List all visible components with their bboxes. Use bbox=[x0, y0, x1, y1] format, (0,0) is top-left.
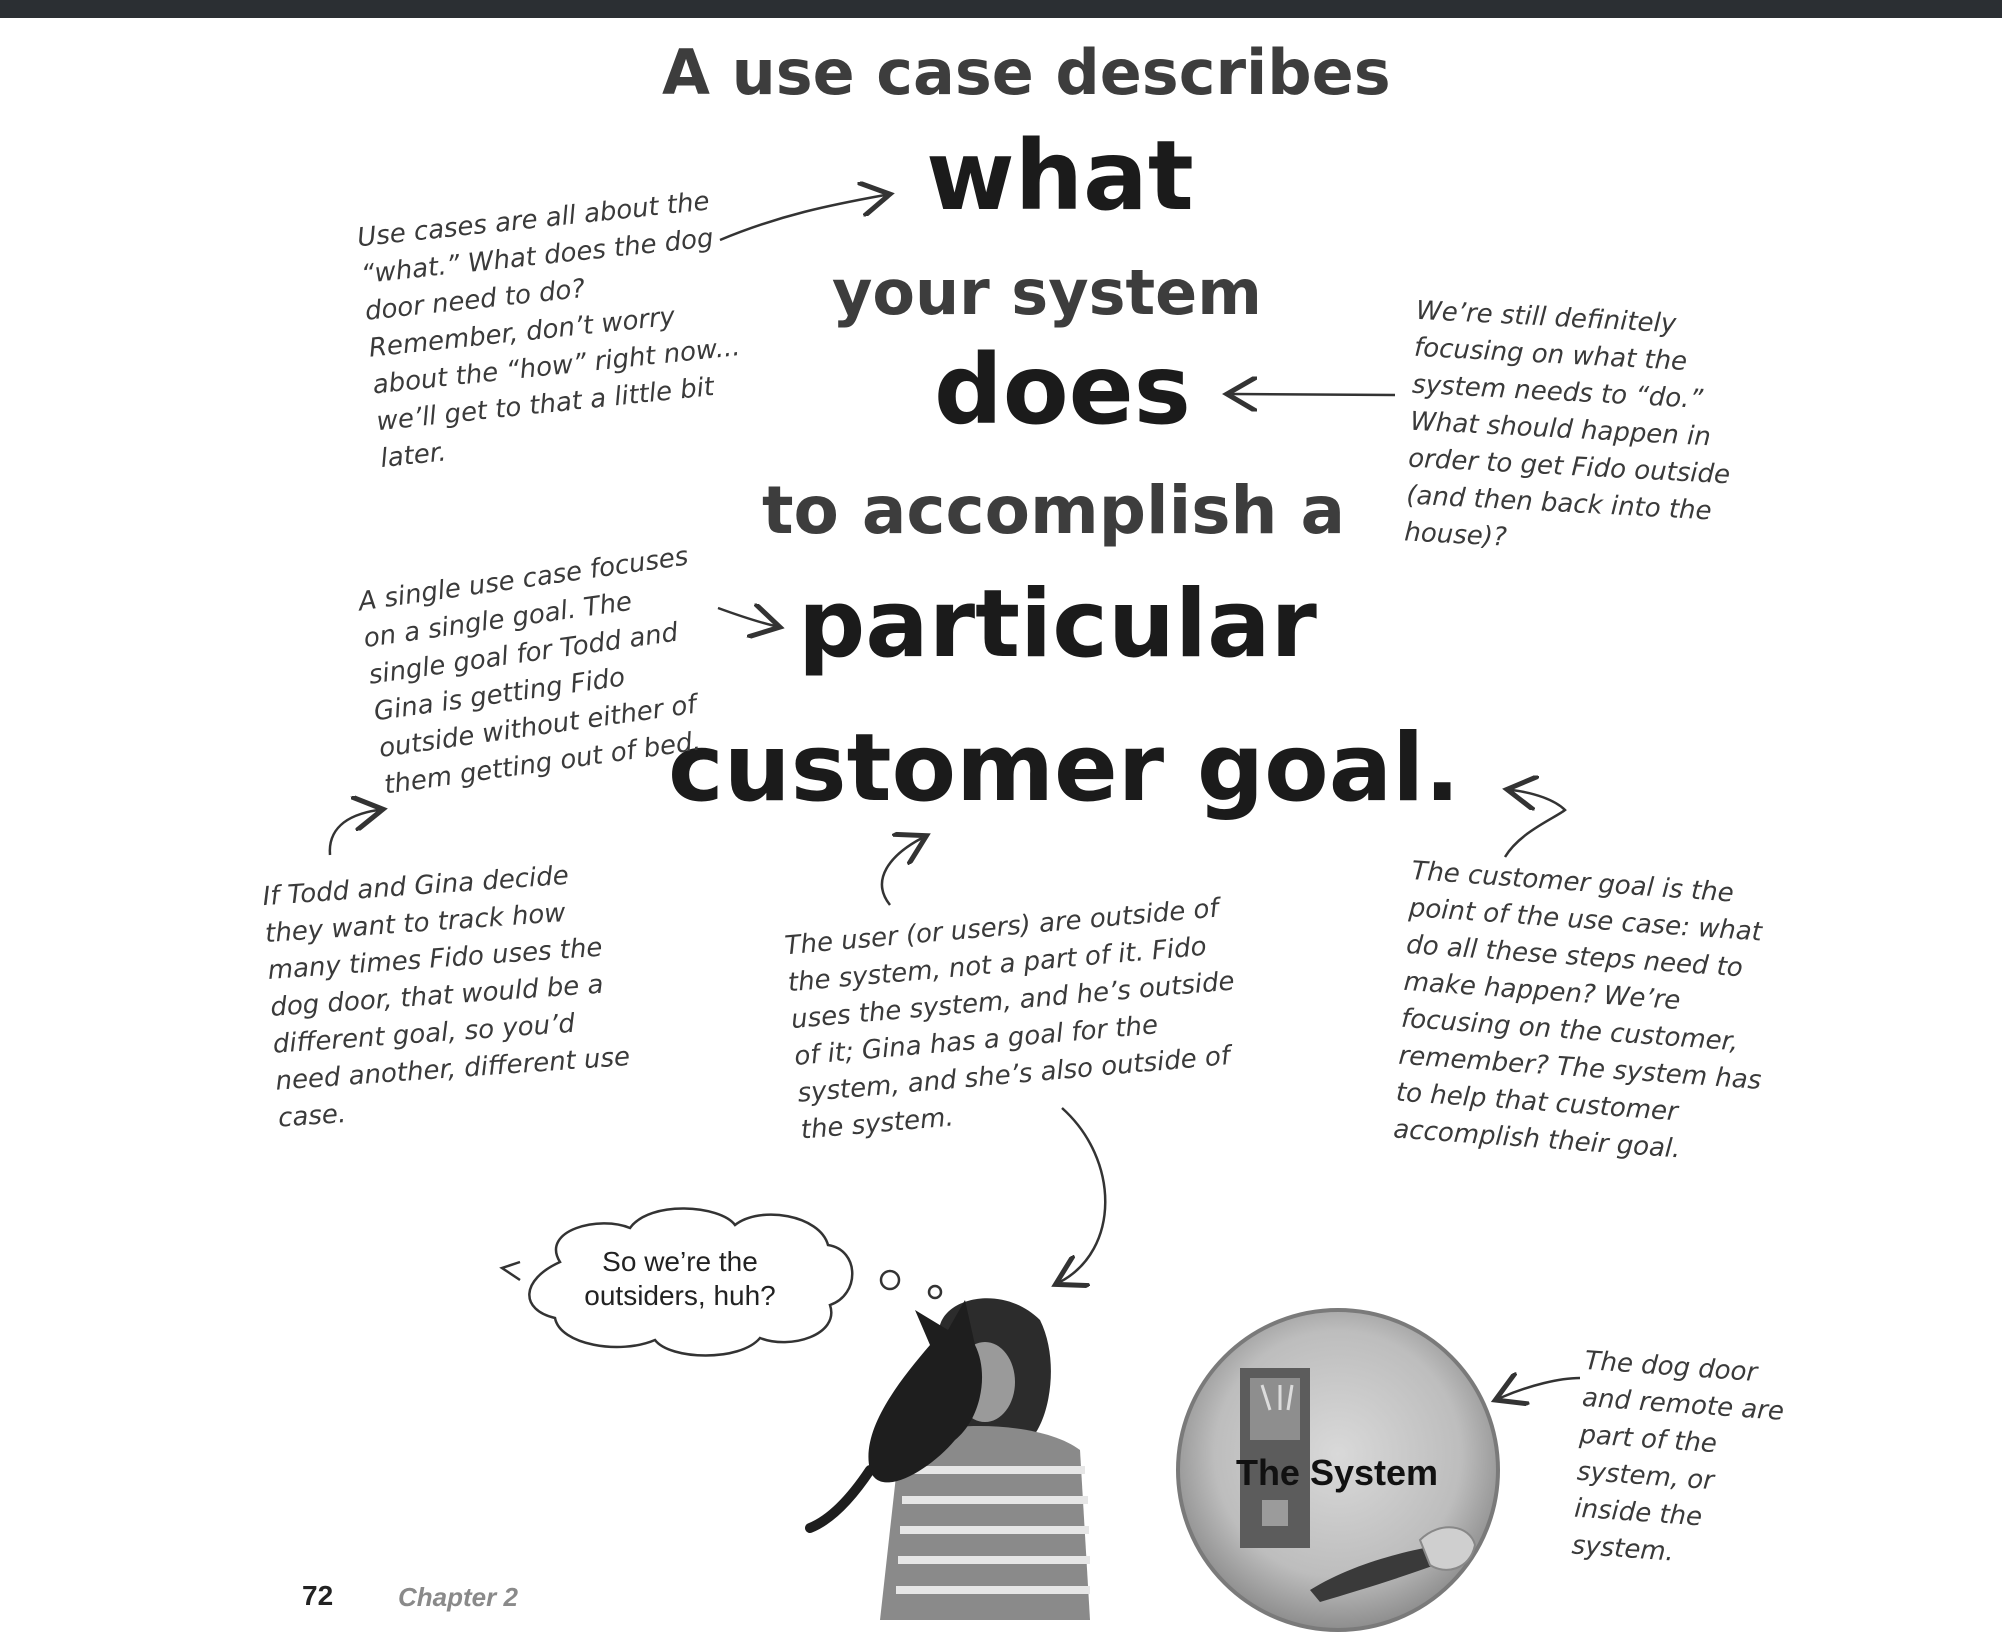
thought-bubble-text: So we’re the outsiders, huh? bbox=[584, 1246, 776, 1311]
arrow-to-does bbox=[1232, 394, 1396, 395]
illustration-layer bbox=[328, 0, 1581, 1632]
chapter-label: Chapter 2 bbox=[398, 1582, 518, 1612]
arrow-to-single-goal bbox=[328, 810, 378, 856]
arrow-to-system bbox=[1500, 1378, 1581, 1398]
thought-dot-small bbox=[927, 1284, 943, 1300]
arrow-to-goal bbox=[1505, 790, 1567, 858]
arrow-to-what bbox=[719, 195, 885, 242]
arrow-to-particular bbox=[717, 608, 775, 626]
arrow-to-person bbox=[1060, 1107, 1107, 1282]
system-label: The System bbox=[1235, 1452, 1439, 1493]
gina-with-dog-illustration bbox=[805, 1298, 1090, 1620]
page-number: 72 bbox=[302, 1580, 334, 1611]
arrow-to-customer bbox=[880, 838, 922, 906]
thought-dot-large bbox=[879, 1269, 901, 1291]
